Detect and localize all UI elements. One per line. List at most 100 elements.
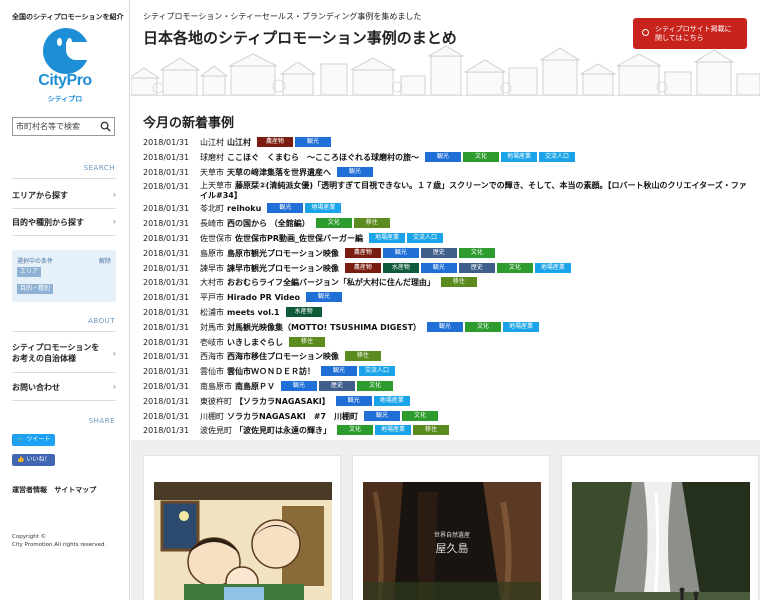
category-tag[interactable]: 移住 bbox=[353, 218, 390, 229]
news-title-link[interactable]: 藤原栞②(清純派女優)「透明すぎて目視できない。１７歳」スクリーンでの輝き、そし… bbox=[200, 181, 747, 200]
tweet-button[interactable]: 🐦 ツイート bbox=[12, 434, 56, 446]
category-tag[interactable]: 水産物 bbox=[382, 262, 419, 273]
category-tag[interactable]: 農産物 bbox=[257, 137, 293, 147]
news-row[interactable]: 2018/01/31 佐世保市 佐世保市PR動画_佐世保バーガー編 地場産業 交流人口 bbox=[143, 232, 753, 246]
category-tag[interactable]: 地場産業 bbox=[373, 395, 410, 406]
news-row[interactable]: 2018/01/31 雲仙市 雲仙市ＷＯＮＤＥＲ訪！ 観光 交流人口 bbox=[143, 365, 753, 379]
news-title-link[interactable]: Hirado PR Video bbox=[227, 293, 300, 302]
news-entry[interactable]: 長崎市 西の国から （全館編） 文化 移住 bbox=[200, 218, 392, 229]
category-tag[interactable]: 観光 bbox=[335, 395, 372, 406]
conditions-clear-link[interactable]: 解除 bbox=[99, 256, 111, 265]
category-tag[interactable]: 文化 bbox=[463, 151, 499, 162]
news-row[interactable]: 2018/01/31 壱岐市 いきしまぐらし 移住 bbox=[143, 336, 753, 350]
news-row[interactable]: 2018/01/31 長崎市 西の国から （全館編） 文化 移住 bbox=[143, 217, 753, 231]
category-tag[interactable]: 交流人口 bbox=[407, 233, 444, 243]
news-title-link[interactable]: 西海市移住プロモーション映像 bbox=[227, 352, 339, 361]
news-entry[interactable]: 松浦市 meets vol.1 水産物 bbox=[200, 307, 324, 318]
news-entry[interactable]: 上天草市 藤原栞②(清純派女優)「透明すぎて目視できない。１７歳」スクリーンでの輝… bbox=[200, 181, 753, 201]
category-tag[interactable]: 観光 bbox=[425, 151, 461, 162]
category-tag[interactable]: 文化 bbox=[458, 247, 495, 258]
news-title-link[interactable]: いきしまぐらし bbox=[227, 338, 283, 347]
category-tag[interactable]: 歴史 bbox=[420, 247, 457, 258]
video-thumbnail[interactable] bbox=[154, 482, 332, 600]
category-tag[interactable]: 文化 bbox=[337, 425, 373, 436]
news-row[interactable]: 2018/01/31 松浦市 meets vol.1 水産物 bbox=[143, 306, 753, 320]
category-tag[interactable]: 観光 bbox=[295, 137, 331, 147]
news-row[interactable]: 2018/01/31 対馬市 対馬観光映像集（MOTTO! TSUSHIMA DIG… bbox=[143, 321, 753, 335]
search-icon[interactable] bbox=[100, 121, 111, 132]
condition-tag-purpose[interactable]: 目的・種別 bbox=[17, 284, 54, 294]
news-entry[interactable]: 川棚町 ソラカラNAGASAKI #7 川棚町 観光 文化 bbox=[200, 410, 440, 422]
news-row[interactable]: 2018/01/31 平戸市 Hirado PR Video 観光 bbox=[143, 291, 753, 305]
news-title-link[interactable]: 雲仙市ＷＯＮＤＥＲ訪！ bbox=[227, 367, 315, 376]
category-tag[interactable]: 地場産業 bbox=[375, 425, 411, 436]
news-title-link[interactable]: 「波佐見町は永遠の輝き」 bbox=[235, 426, 331, 435]
news-entry[interactable]: 諫早市 諫早市観光プロモーション映像 農産物 水産物 観光 歴史 文化 地場産業 bbox=[200, 262, 573, 274]
category-tag[interactable]: 水産物 bbox=[285, 307, 322, 317]
video-card[interactable] bbox=[143, 455, 341, 600]
news-title-link[interactable]: 島原市観光プロモーション映像 bbox=[227, 249, 339, 258]
news-row[interactable]: 2018/01/31 山江村 山江村 農産物 観光 bbox=[143, 136, 753, 150]
news-title-link[interactable]: meets vol.1 bbox=[227, 308, 280, 317]
category-tag[interactable]: 観光 bbox=[337, 166, 373, 177]
news-title-link[interactable]: ここほぐ くまむら ～こころほぐれる球磨村の旅～ bbox=[227, 153, 419, 162]
news-entry[interactable]: 壱岐市 いきしまぐらし 移住 bbox=[200, 336, 327, 348]
news-title-link[interactable]: 山江村 bbox=[227, 138, 251, 147]
news-entry[interactable]: 大村市 おおむらライフ全編バージョン「私が大村に住んだ理由」 移住 bbox=[200, 277, 479, 288]
news-entry[interactable]: 佐世保市 佐世保市PR動画_佐世保バーガー編 地場産業 交流人口 bbox=[200, 233, 445, 244]
news-row[interactable]: 2018/01/31 天草市 天草の﨑津集落を世界遺産へ 観光 bbox=[143, 166, 753, 180]
news-entry[interactable]: 山江村 山江村 農産物 観光 bbox=[200, 137, 333, 148]
site-logo[interactable]: CityPro シティプロ bbox=[26, 28, 104, 110]
news-row[interactable]: 2018/01/31 苓北町 reihoku 観光 地場産業 bbox=[143, 202, 753, 216]
category-tag[interactable]: 農産物 bbox=[344, 262, 381, 273]
category-tag[interactable]: 観光 bbox=[364, 410, 401, 421]
category-tag[interactable]: 歴史 bbox=[319, 381, 355, 391]
video-thumbnail[interactable] bbox=[572, 482, 750, 600]
category-tag[interactable]: 文化 bbox=[465, 321, 502, 332]
category-tag[interactable]: 地場産業 bbox=[369, 233, 406, 243]
news-row[interactable]: 2018/01/31 西海市 西海市移住プロモーション映像 移住 bbox=[143, 350, 753, 364]
category-tag[interactable]: 交流人口 bbox=[359, 366, 395, 377]
category-tag[interactable]: 観光 bbox=[267, 203, 304, 214]
category-tag[interactable]: 観光 bbox=[281, 381, 317, 391]
news-title-link[interactable]: ソラカラNAGASAKI #7 川棚町 bbox=[227, 412, 358, 421]
news-entry[interactable]: 東彼杵町 【ソラカラNAGASAKI】 観光 地場産業 bbox=[200, 395, 412, 407]
condition-tag-area[interactable]: エリア bbox=[17, 267, 42, 277]
category-tag[interactable]: 文化 bbox=[402, 410, 439, 421]
nav-purpose-link[interactable]: 目的や種別から探す › bbox=[12, 217, 116, 228]
news-row[interactable]: 2018/01/31 諫早市 諫早市観光プロモーション映像 農産物 水産物 観光 歴史 文化地… bbox=[143, 262, 753, 276]
sitemap-link[interactable]: サイトマップ bbox=[54, 486, 96, 494]
news-entry[interactable]: 苓北町 reihoku 観光 地場産業 bbox=[200, 203, 343, 214]
category-tag[interactable]: 地場産業 bbox=[503, 321, 540, 332]
operator-info-link[interactable]: 運営者情報 bbox=[12, 486, 47, 494]
about-link[interactable]: シティプロモーションをお考えの自治体様 › bbox=[12, 342, 116, 364]
news-entry[interactable]: 西海市 西海市移住プロモーション映像 移住 bbox=[200, 351, 383, 362]
category-tag[interactable]: 歴史 bbox=[458, 262, 495, 273]
like-button[interactable]: 👍 いいね！ bbox=[12, 454, 56, 466]
news-entry[interactable]: 雲仙市 雲仙市ＷＯＮＤＥＲ訪！ 観光 交流人口 bbox=[200, 366, 397, 377]
news-entry[interactable]: 南島原市 南島原ＰＶ 観光 歴史 文化 bbox=[200, 381, 395, 392]
category-tag[interactable]: 農産物 bbox=[344, 247, 381, 258]
news-title-link[interactable]: 西の国から （全館編） bbox=[227, 219, 310, 228]
news-row[interactable]: 2018/01/31 東彼杵町 【ソラカラNAGASAKI】 観光 地場産業 bbox=[143, 395, 753, 409]
video-thumbnail[interactable]: 世界自然遺産 屋久島 bbox=[363, 482, 541, 600]
news-row[interactable]: 2018/01/31 南島原市 南島原ＰＶ 観光 歴史 文化 bbox=[143, 380, 753, 394]
news-row[interactable]: 2018/01/31 川棚町 ソラカラNAGASAKI #7 川棚町 観光 文化 bbox=[143, 410, 753, 424]
news-title-link[interactable]: 対馬観光映像集（MOTTO! TSUSHIMA DIGEST） bbox=[227, 323, 421, 332]
category-tag[interactable]: 地場産業 bbox=[305, 203, 342, 214]
news-title-link[interactable]: 諫早市観光プロモーション映像 bbox=[227, 264, 339, 273]
category-tag[interactable]: 移住 bbox=[344, 351, 381, 362]
news-row[interactable]: 2018/01/31 球磨村 ここほぐ くまむら ～こころほぐれる球磨村の旅～ 観光文… bbox=[143, 151, 753, 165]
news-entry[interactable]: 波佐見町 「波佐見町は永遠の輝き」 文化 地場産業 移住 bbox=[200, 425, 451, 436]
news-title-link[interactable]: おおむらライフ全編バージョン「私が大村に住んだ理由」 bbox=[227, 278, 435, 287]
category-tag[interactable]: 観光 bbox=[427, 321, 464, 332]
news-title-link[interactable]: reihoku bbox=[227, 204, 261, 213]
category-tag[interactable]: 移住 bbox=[440, 277, 477, 288]
category-tag[interactable]: 文化 bbox=[357, 381, 393, 391]
nav-area-link[interactable]: エリアから探す › bbox=[12, 190, 116, 201]
video-card[interactable]: 世界自然遺産 屋久島 bbox=[352, 455, 550, 600]
category-tag[interactable]: 移住 bbox=[289, 336, 325, 347]
category-tag[interactable]: 地場産業 bbox=[534, 262, 571, 273]
news-title-link[interactable]: 天草の﨑津集落を世界遺産へ bbox=[227, 168, 331, 177]
category-tag[interactable]: 文化 bbox=[315, 218, 352, 229]
